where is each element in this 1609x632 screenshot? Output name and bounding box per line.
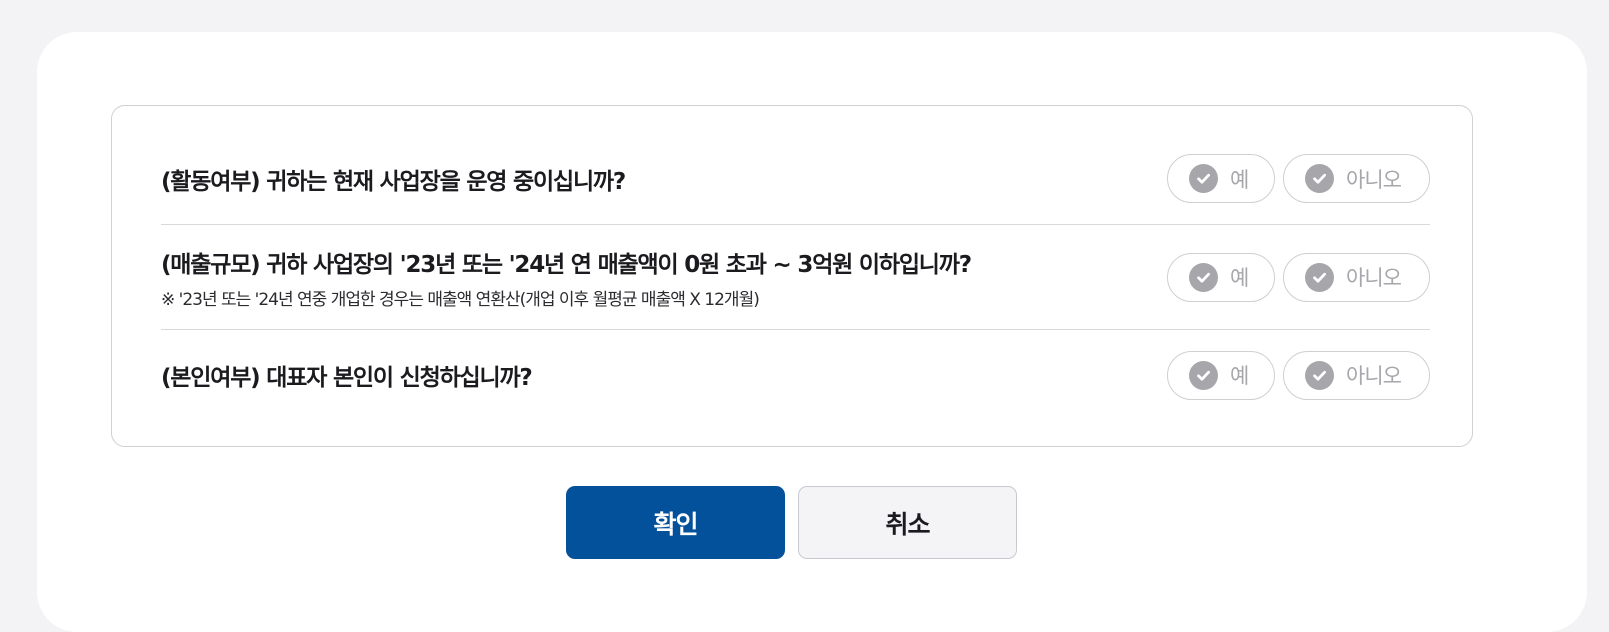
yes-option[interactable]: 예 (1167, 252, 1275, 302)
answer-options: 예 아니오 (1167, 154, 1430, 203)
answer-options: 예 아니오 (1167, 252, 1430, 302)
question-row-sales: (매출규모) 귀하 사업장의 '23년 또는 '24년 연 매출액이 0원 초과… (161, 225, 1430, 330)
question-text: (활동여부) 귀하는 현재 사업장을 운영 중이십니까? (161, 162, 626, 196)
question-row-identity: (본인여부) 대표자 본인이 신청하십니까? 예 아니오 (161, 330, 1430, 420)
check-circle-icon (1189, 164, 1218, 193)
question-title: (매출규모) 귀하 사업장의 '23년 또는 '24년 연 매출액이 0원 초과… (161, 251, 972, 278)
no-option-label: 아니오 (1346, 364, 1402, 388)
answer-options: 예 아니오 (1167, 350, 1430, 400)
question-title: (활동여부) 귀하는 현재 사업장을 운영 중이십니까? (161, 168, 626, 195)
no-option[interactable]: 아니오 (1283, 252, 1430, 302)
check-circle-icon (1305, 262, 1334, 292)
no-option-label: 아니오 (1346, 266, 1402, 290)
check-circle-icon (1189, 360, 1218, 390)
yes-option[interactable]: 예 (1167, 350, 1275, 400)
confirm-button[interactable]: 확인 (566, 486, 785, 559)
cancel-button[interactable]: 취소 (798, 486, 1017, 559)
yes-option-label: 예 (1230, 266, 1249, 290)
check-circle-icon (1305, 164, 1334, 193)
check-circle-icon (1305, 360, 1334, 390)
yes-option[interactable]: 예 (1167, 154, 1275, 203)
question-title: (본인여부) 대표자 본인이 신청하십니까? (161, 365, 533, 391)
dialog-card: (활동여부) 귀하는 현재 사업장을 운영 중이십니까? 예 아니오 (매출규모… (37, 32, 1587, 632)
no-option[interactable]: 아니오 (1283, 350, 1430, 400)
no-option-label: 아니오 (1346, 167, 1402, 192)
yes-option-label: 예 (1230, 364, 1249, 388)
question-text: (본인여부) 대표자 본인이 신청하십니까? (161, 358, 533, 392)
yes-option-label: 예 (1230, 167, 1249, 192)
question-text: (매출규모) 귀하 사업장의 '23년 또는 '24년 연 매출액이 0원 초과… (161, 245, 972, 310)
question-row-activity: (활동여부) 귀하는 현재 사업장을 운영 중이십니까? 예 아니오 (161, 133, 1430, 225)
question-list: (활동여부) 귀하는 현재 사업장을 운영 중이십니까? 예 아니오 (매출규모… (111, 105, 1473, 447)
question-note: ※ '23년 또는 '24년 연중 개업한 경우는 매출액 연환산(개업 이후 … (161, 289, 760, 310)
no-option[interactable]: 아니오 (1283, 154, 1430, 203)
check-circle-icon (1189, 262, 1218, 292)
